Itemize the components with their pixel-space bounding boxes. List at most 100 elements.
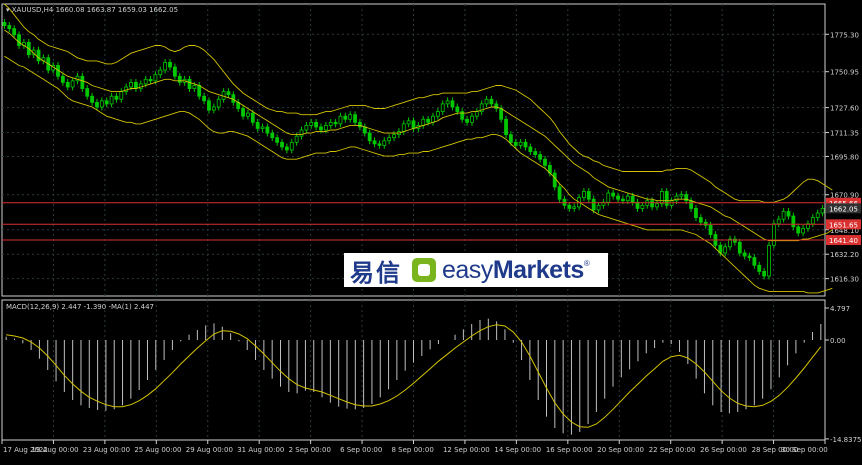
candle-body: [786, 211, 791, 217]
candle-body: [694, 207, 698, 219]
candle-body: [523, 141, 528, 148]
candle-body: [504, 118, 508, 136]
candle-body: [129, 81, 133, 88]
candle-body: [382, 140, 387, 146]
candle-body: [435, 111, 440, 117]
candle-body: [309, 121, 314, 126]
candle-body: [143, 78, 148, 85]
candle-body: [450, 100, 455, 108]
candle-body: [543, 158, 547, 166]
candle-body: [328, 121, 333, 126]
candle-body: [314, 121, 319, 128]
candle-body: [674, 195, 679, 202]
candle-body: [158, 69, 163, 76]
candle-body: [776, 218, 781, 225]
bollinger-upper-line: [4, 3, 833, 203]
candle-body: [513, 141, 518, 146]
candle-body: [582, 191, 586, 199]
time-axis-tick-label: 23 Aug 00:00: [83, 446, 130, 454]
macd-axis-tick-label: 0.00: [830, 337, 846, 345]
candle-body: [377, 143, 382, 146]
candle-body: [640, 204, 645, 209]
candle-body: [392, 134, 396, 139]
easymarkets-watermark: 易信 easyMarkets ®: [344, 253, 608, 287]
price-axis-tick-label: 1727.60: [830, 105, 859, 113]
macd-label: MACD(12,26,9) 2.447 -1.390 -MA(1) 2.447: [6, 303, 154, 311]
candle-body: [216, 98, 221, 108]
easymarkets-logo-icon: [412, 258, 436, 282]
candle-body: [723, 246, 728, 254]
price-label-text: 1641.40: [829, 237, 858, 245]
time-axis-tick-label: 16 Sep 00:00: [546, 446, 593, 454]
watermark-english-text: easyMarkets: [442, 256, 584, 285]
time-axis-tick-label: 12 Sep 00:00: [443, 446, 490, 454]
macd-axis-tick-label: -14.8375: [830, 436, 861, 444]
candle-body: [338, 115, 343, 125]
candle-body: [401, 123, 406, 132]
candle-body: [752, 257, 757, 266]
candle-body: [411, 120, 416, 129]
candle-body: [679, 194, 684, 197]
candle-body: [2, 22, 7, 26]
candle-body: [801, 227, 805, 234]
price-axis-tick-label: 1632.20: [830, 251, 859, 259]
candle-body: [708, 224, 713, 235]
time-axis-tick-label: 30 Sep 00:00: [781, 446, 828, 454]
candle-body: [440, 103, 445, 112]
candle-body: [742, 252, 747, 257]
candle-body: [358, 121, 362, 128]
price-axis-tick-label: 1750.95: [830, 69, 859, 77]
candle-body: [104, 100, 109, 105]
candle-body: [518, 141, 523, 146]
candle-body: [562, 198, 567, 206]
candle-body: [260, 126, 265, 129]
candle-body: [109, 95, 114, 105]
candle-body: [431, 115, 435, 123]
time-axis-tick-label: 14 Sep 00:00: [494, 446, 541, 454]
candle-body: [153, 74, 158, 82]
candle-body: [65, 81, 70, 88]
time-axis-tick-label: 25 Aug 00:00: [134, 446, 181, 454]
candle-body: [815, 212, 820, 219]
candle-body: [333, 121, 338, 125]
candle-body: [177, 75, 182, 83]
candle-body: [703, 221, 708, 226]
candle-body: [275, 137, 280, 143]
candle-body: [552, 172, 557, 188]
candle-body: [625, 195, 630, 202]
time-axis-tick-label: 2 Sep 00:00: [289, 446, 331, 454]
candle-body: [95, 101, 99, 108]
candle-body: [421, 118, 426, 126]
candle-body: [586, 191, 591, 200]
macd-axis-tick-label: 4.797: [830, 305, 850, 313]
candle-body: [591, 198, 596, 211]
candle-body: [226, 91, 231, 96]
candle-body: [12, 28, 17, 36]
candle-body: [820, 207, 825, 214]
chart-title: ▾ XAUUSD,H4 1660.08 1663.87 1659.03 1662…: [6, 6, 178, 14]
candle-body: [255, 121, 260, 129]
trading-chart: 1775.30 1750.95 1727.60 1711.35 1695.80 1670.…: [0, 0, 862, 461]
candle-body: [265, 126, 270, 134]
candle-body: [533, 151, 538, 156]
chart-svg: 1775.301750.951727.601711.351695.801670.…: [1, 3, 861, 454]
candle-body: [810, 217, 815, 225]
candle-body: [655, 203, 659, 208]
candle-body: [207, 100, 211, 111]
candle-body: [197, 85, 202, 97]
candle-body: [611, 192, 616, 197]
candle-body: [348, 114, 353, 120]
candle-body: [606, 192, 611, 203]
time-axis-tick-label: 29 Aug 00:00: [186, 446, 233, 454]
time-axis-tick-label: 8 Sep 00:00: [392, 446, 434, 454]
candle-body: [99, 100, 104, 108]
candle-body: [280, 141, 284, 148]
price-axis-tick-label: 1711.35: [830, 130, 859, 138]
candle-body: [148, 78, 153, 82]
candle-body: [538, 154, 543, 160]
candle-body: [572, 206, 577, 209]
candle-body: [172, 66, 177, 77]
candle-body: [387, 137, 392, 142]
candle-body: [499, 108, 504, 120]
candle-body: [192, 85, 197, 89]
